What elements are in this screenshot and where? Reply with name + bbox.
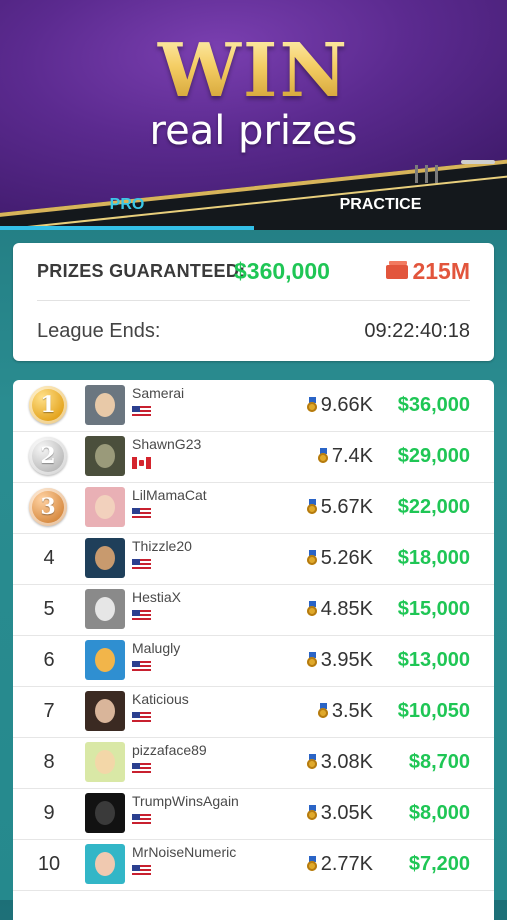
player-name: LilMamaCat [132,487,207,503]
banner-title: WIN [0,28,507,114]
medal-icon [306,856,318,871]
leaderboard: 1 Samerai 9.66K $36,000 2 ShawnG23 7.4K … [13,380,494,920]
avatar [85,793,125,833]
leaderboard-row[interactable]: 4 Thizzle20 5.26K $18,000 [13,533,494,585]
us-flag-icon [132,712,151,724]
leaderboard-row[interactable]: 1 Samerai 9.66K $36,000 [13,380,494,432]
leaderboard-row[interactable]: 7 Katicious 3.5K $10,050 [13,686,494,738]
menu-icon[interactable] [461,160,495,164]
rank-number: 4 [43,547,55,569]
medal-icon [317,448,329,463]
player-prize: $36,000 [397,394,470,416]
avatar [85,487,125,527]
rank-number: 8 [43,751,55,773]
avatar [85,436,125,476]
player-name: Thizzle20 [132,538,192,554]
avatar [85,640,125,680]
us-flag-icon [132,865,151,877]
player-name: Malugly [132,640,181,656]
rank-number: 10 [37,853,61,875]
rank-number: 7 [43,700,55,722]
player-prize: $7,200 [408,853,470,875]
medal-icon [306,499,318,514]
player-prize: $15,000 [397,598,470,620]
medal-icon [306,805,318,820]
player-prize: $18,000 [397,547,470,569]
prizes-guaranteed-amount: $360,000 [234,258,330,284]
active-tab-indicator [0,226,254,230]
rank-number: 5 [43,598,55,620]
leaderboard-row[interactable]: 5 HestiaX 4.85K $15,000 [13,584,494,636]
tab-bar: PRO PRACTICE [0,190,507,230]
chip-balance-value: 215M [412,258,470,284]
avatar [85,538,125,578]
player-name: Katicious [132,691,189,707]
league-countdown: 09:22:40:18 [364,320,470,342]
player-prize: $8,000 [408,802,470,824]
player-prize: $10,050 [397,700,470,722]
leaderboard-row[interactable]: 9 TrumpWinsAgain 3.05K $8,000 [13,788,494,840]
leaderboard-row[interactable]: 8 pizzaface89 3.08K $8,700 [13,737,494,789]
us-flag-icon [132,559,151,571]
prizes-guaranteed-label: PRIZES GUARANTEED: [37,261,246,281]
medal-icon [306,550,318,565]
prize-card: PRIZES GUARANTEED: $360,000 215M League … [13,243,494,361]
promo-banner: WIN real prizes PRO PRACTICE [0,0,507,230]
signal-icon [413,165,441,185]
chip-balance: 215M [386,258,470,285]
gold-medal-icon: 1 [29,386,67,424]
us-flag-icon [132,661,151,673]
ca-flag-icon [132,457,151,469]
avatar [85,385,125,425]
leaderboard-row[interactable]: 6 Malugly 3.95K $13,000 [13,635,494,687]
avatar [85,589,125,629]
player-name: ShawnG23 [132,436,202,452]
divider [37,300,470,301]
avatar [85,844,125,884]
player-name: pizzaface89 [132,742,207,758]
avatar [85,742,125,782]
rank-number: 9 [43,802,55,824]
player-prize: $8,700 [408,751,470,773]
leaderboard-row[interactable]: 3 LilMamaCat 5.67K $22,000 [13,482,494,534]
player-name: Samerai [132,385,185,401]
us-flag-icon [132,406,151,418]
player-prize: $22,000 [397,496,470,518]
us-flag-icon [132,610,151,622]
banner-subtitle: real prizes [149,108,358,154]
medal-icon [317,703,329,718]
league-ends-label: League Ends: [37,320,161,342]
silver-medal-icon: 2 [29,437,67,475]
medal-icon [306,754,318,769]
player-name: MrNoiseNumeric [132,844,237,860]
leaderboard-row[interactable]: 10 MrNoiseNumeric 2.77K $7,200 [13,839,494,891]
us-flag-icon [132,508,151,520]
player-prize: $29,000 [397,445,470,467]
rank-number: 6 [43,649,55,671]
avatar [85,691,125,731]
player-prize: $13,000 [397,649,470,671]
medal-icon [306,601,318,616]
medal-icon [306,652,318,667]
chips-icon [386,261,409,279]
us-flag-icon [132,814,151,826]
tab-pro[interactable]: PRO [0,190,254,226]
leaderboard-row[interactable]: 2 ShawnG23 7.4K $29,000 [13,431,494,483]
medal-icon [306,397,318,412]
player-name: HestiaX [132,589,182,605]
bronze-medal-icon: 3 [29,488,67,526]
us-flag-icon [132,763,151,775]
tab-practice[interactable]: PRACTICE [254,190,507,226]
player-name: TrumpWinsAgain [132,793,239,809]
